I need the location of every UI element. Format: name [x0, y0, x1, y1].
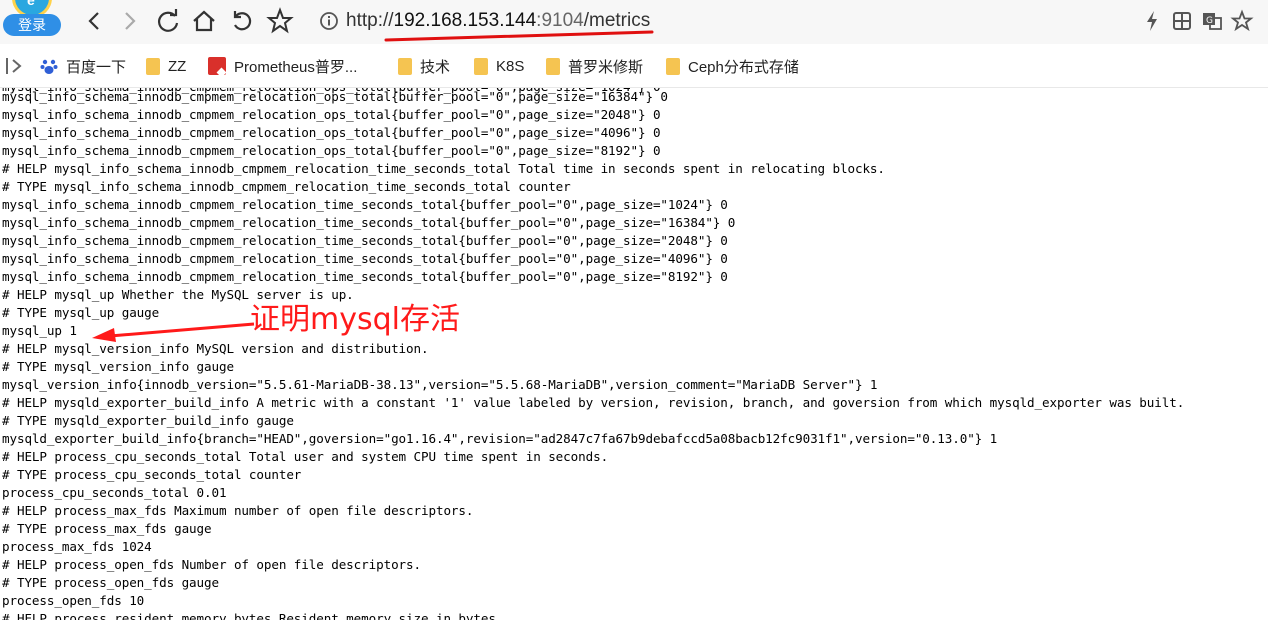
- browser-toolbar: e 登录 http://192.168.153.144:9104/metrics: [0, 0, 1268, 44]
- metric-line: mysql_info_schema_innodb_cmpmem_relocati…: [2, 269, 728, 284]
- metric-line: mysql_info_schema_innodb_cmpmem_relocati…: [2, 143, 661, 158]
- metric-line: # TYPE mysql_version_info gauge: [2, 359, 234, 374]
- login-widget[interactable]: e 登录: [0, 0, 64, 40]
- folder-icon: [146, 57, 160, 75]
- metric-line: # HELP mysql_up Whether the MySQL server…: [2, 287, 354, 302]
- metric-line: mysql_info_schema_innodb_cmpmem_relocati…: [2, 233, 728, 248]
- metric-line: # TYPE process_max_fds gauge: [2, 521, 212, 536]
- metric-line: # TYPE process_open_fds gauge: [2, 575, 219, 590]
- undo-icon[interactable]: [226, 6, 258, 36]
- lightning-icon[interactable]: [1138, 6, 1166, 36]
- metric-line: mysql_info_schema_innodb_cmpmem_relocati…: [2, 215, 736, 230]
- metric-line: # HELP process_open_fds Number of open f…: [2, 557, 421, 572]
- metric-line: process_open_fds 10: [2, 593, 145, 608]
- svg-text:G: G: [1206, 16, 1213, 26]
- baidu-paw-icon: [40, 59, 58, 74]
- bookmark-label: 技术: [420, 58, 451, 76]
- bookmark-tech[interactable]: 技术: [398, 54, 450, 78]
- star-icon[interactable]: [264, 6, 296, 36]
- bookmark-zz[interactable]: ZZ: [146, 54, 186, 78]
- annotation-label: 证明mysql存活: [250, 302, 460, 337]
- info-icon[interactable]: [318, 10, 340, 32]
- metric-line: process_max_fds 1024: [2, 539, 152, 554]
- bookmark-ceph[interactable]: Ceph分布式存储: [666, 54, 799, 78]
- metric-line: mysql_info_schema_innodb_cmpmem_relocati…: [2, 251, 728, 266]
- metric-line: mysql_info_schema_innodb_cmpmem_relocati…: [2, 197, 728, 212]
- bookmark-prometheus-folder[interactable]: 普罗米修斯: [546, 54, 643, 78]
- pdf-icon: [208, 57, 226, 75]
- sidebar-toggle-icon[interactable]: [4, 56, 26, 76]
- metric-line: mysqld_exporter_build_info{branch="HEAD"…: [2, 431, 998, 446]
- metric-line: # TYPE mysql_info_schema_innodb_cmpmem_r…: [2, 179, 571, 194]
- reload-icon[interactable]: [152, 6, 184, 36]
- folder-icon: [666, 57, 680, 75]
- folder-icon: [546, 57, 560, 75]
- bookmark-baidu[interactable]: 百度一下: [40, 54, 126, 78]
- metric-line: # HELP process_resident_memory_bytes Res…: [2, 611, 504, 620]
- bookmark-prometheus[interactable]: Prometheus普罗...: [208, 54, 357, 78]
- metric-line: # HELP mysqld_exporter_build_info A metr…: [2, 395, 1185, 410]
- grid-icon[interactable]: [1168, 6, 1196, 36]
- annotation-arrow: [92, 322, 255, 342]
- metric-line: # HELP process_cpu_seconds_total Total u…: [2, 449, 609, 464]
- metrics-page-content: mysql_info_schema_innodb_cmpmem_relocati…: [2, 88, 1268, 620]
- metric-line: # HELP process_max_fds Maximum number of…: [2, 503, 474, 518]
- bookmark-label: 普罗米修斯: [568, 58, 644, 76]
- metric-line: mysql_info_schema_innodb_cmpmem_relocati…: [2, 107, 661, 122]
- back-icon[interactable]: [78, 6, 110, 36]
- forward-icon[interactable]: [114, 6, 146, 36]
- folder-icon: [398, 57, 412, 75]
- bookmarks-bar: 百度一下 ZZ Prometheus普罗... 技术 K8S 普罗米修斯 Cep…: [0, 44, 1268, 88]
- bookmark-label: Prometheus普罗...: [234, 58, 358, 76]
- toolbar-right-icons: G: [1138, 6, 1268, 36]
- bookmark-k8s[interactable]: K8S: [474, 54, 524, 78]
- metric-line: mysql_info_schema_innodb_cmpmem_relocati…: [2, 125, 661, 140]
- metric-line: process_cpu_seconds_total 0.01: [2, 485, 227, 500]
- metric-line: # TYPE mysqld_exporter_build_info gauge: [2, 413, 294, 428]
- login-button[interactable]: 登录: [3, 14, 61, 36]
- bookmark-label: ZZ: [168, 57, 187, 75]
- translate-icon[interactable]: G: [1198, 6, 1226, 36]
- metric-line: mysql_version_info{innodb_version="5.5.6…: [2, 377, 878, 392]
- favorite-star-icon[interactable]: [1228, 6, 1256, 36]
- folder-icon: [474, 57, 488, 75]
- metric-line: # TYPE process_cpu_seconds_total counter: [2, 467, 302, 482]
- bookmark-label: 百度一下: [66, 58, 127, 76]
- metric-line: # HELP mysql_info_schema_innodb_cmpmem_r…: [2, 161, 885, 176]
- bookmark-label: Ceph分布式存储: [688, 58, 799, 76]
- clipped-top-line: mysql_info_schema_innodb_cmpmem_relocati…: [2, 88, 661, 96]
- metrics-text: mysql_info_schema_innodb_cmpmem_relocati…: [2, 88, 1268, 620]
- bookmark-label: K8S: [496, 57, 525, 75]
- home-icon[interactable]: [188, 6, 220, 36]
